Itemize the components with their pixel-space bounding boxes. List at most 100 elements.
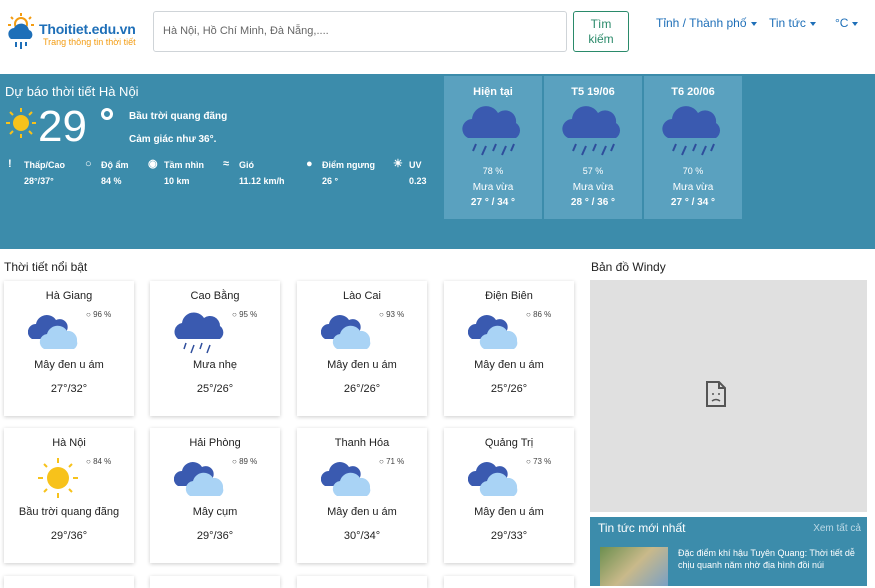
weather-card[interactable]: Thanh Hóa ○ 71 % Mây đen u ám 30°/34° [297, 428, 427, 563]
brand-tagline: Trang thông tin thời tiết [43, 37, 136, 47]
chevron-down-icon [809, 21, 816, 26]
current-temperature: 29 [38, 102, 87, 151]
card-condition: Mây đen u ám [327, 506, 397, 518]
rain-cloud-icon [562, 106, 621, 156]
card-humidity-value: 71 % [386, 457, 405, 466]
featured-title: Thời tiết nổi bật [4, 260, 88, 274]
card-city: Điện Biên [485, 290, 533, 302]
forecast-tile[interactable]: Hiện tại 78 % Mưa vừa 27 ° / 34 ° [444, 76, 542, 219]
card-condition: Mây cụm [192, 506, 238, 518]
card-partial [297, 576, 427, 588]
news-item[interactable]: Đặc điểm khí hậu Tuyên Quang: Thời tiết … [600, 545, 857, 586]
forecast-range: 27 ° / 34 ° [470, 197, 516, 208]
forecast-range: 27 ° / 34 ° [670, 197, 716, 208]
stat-visibility: ◉ Tầm nhìn 10 km [148, 158, 204, 186]
chevron-down-icon [750, 21, 757, 26]
sun-small-icon: ☀ [393, 158, 403, 170]
nav-province-dropdown[interactable]: Tỉnh / Thành phố [656, 16, 757, 30]
card-humidity-value: 86 % [533, 310, 552, 319]
forecast-day: Hiện tại [473, 86, 513, 98]
news-thumbnail [600, 547, 668, 586]
card-temp-range: 25°/26° [490, 383, 528, 395]
card-city: Hà Giang [45, 290, 93, 302]
chevron-down-icon [852, 21, 859, 26]
weather-card[interactable]: Quảng Trị ○ 73 % Mây đen u ám 29°/33° [444, 428, 574, 563]
windy-map[interactable] [590, 280, 867, 512]
card-partial [150, 576, 280, 588]
card-humidity-value: 89 % [239, 457, 258, 466]
card-humidity: ○ 71 % [379, 457, 404, 466]
stat-value: 26 ° [322, 176, 339, 186]
forecast-tile[interactable]: T6 20/06 70 % Mưa vừa 27 ° / 34 ° [644, 76, 742, 219]
forecast-precip: 70 % [682, 166, 704, 176]
nav-province-label: Tỉnh / Thành phố [656, 16, 747, 30]
map-title: Bản đồ Windy [591, 260, 666, 274]
stat-label: Độ ẩm [101, 160, 129, 170]
weather-card[interactable]: Cao Bằng ○ 95 % Mưa nhẹ 25°/26° [150, 281, 280, 416]
degree-icon [101, 108, 113, 120]
sun-icon [6, 108, 36, 138]
card-condition: Bầu trời quang đãng [18, 506, 120, 518]
forecast-day: T6 20/06 [671, 86, 715, 98]
news-title: Tin tức mới nhất [598, 521, 686, 535]
card-temp-range: 27°/32° [50, 383, 88, 395]
forecast-tile[interactable]: T5 19/06 57 % Mưa vừa 28 ° / 36 ° [544, 76, 642, 219]
droplet-icon: ○ [526, 457, 534, 466]
card-temp-range: 29°/36° [50, 530, 88, 542]
nav-unit-dropdown[interactable]: °C [835, 16, 859, 30]
card-humidity-value: 93 % [386, 310, 405, 319]
site-logo[interactable]: Thoitiet.edu.vn Trang thông tin thời tiế… [5, 13, 145, 49]
forecast-day: T5 19/06 [571, 86, 615, 98]
card-humidity: ○ 95 % [232, 310, 257, 319]
stat-label: Thấp/Cao [24, 160, 66, 170]
card-city: Hải Phòng [189, 437, 241, 449]
search-button-label-1: Tìm [590, 17, 612, 31]
brand-name: Thoitiet.edu.vn [39, 21, 136, 37]
eye-icon: ◉ [148, 158, 158, 170]
site-header: Thoitiet.edu.vn Trang thông tin thời tiế… [0, 0, 875, 74]
latest-news-panel: Tin tức mới nhất Xem tất cả Đặc điểm khí… [590, 517, 867, 586]
forecast-desc: Mưa vừa [572, 182, 614, 193]
card-humidity: ○ 73 % [526, 457, 551, 466]
nav-news-dropdown[interactable]: Tin tức [769, 16, 816, 30]
stat-label: Điểm ngưng [322, 160, 376, 170]
weather-card[interactable]: Hà Giang ○ 96 % Mây đen u ám 27°/32° [4, 281, 134, 416]
weather-card[interactable]: Lào Cai ○ 93 % Mây đen u ám 26°/26° [297, 281, 427, 416]
card-condition: Mưa nhẹ [192, 359, 238, 371]
current-weather-panel: Dự báo thời tiết Hà Nội 29 Bầu trời quan… [0, 74, 875, 249]
card-city: Cao Bằng [190, 290, 240, 302]
weather-card[interactable]: Hà Nội ○ 84 % Bầu trời quang đãng 29°/36° [4, 428, 134, 563]
thermometer-icon: ! [8, 158, 12, 170]
card-partial [4, 576, 134, 588]
stat-value: 28°/37° [24, 176, 54, 186]
stat-dewpoint: ● Điểm ngưng 26 ° [306, 158, 376, 186]
droplet-icon: ○ [526, 310, 534, 319]
droplet-icon: ○ [379, 457, 387, 466]
search-input[interactable]: Hà Nội, Hồ Chí Minh, Đà Nẵng,.... [153, 11, 567, 52]
weather-card[interactable]: Điện Biên ○ 86 % Mây đen u ám 25°/26° [444, 281, 574, 416]
droplet-icon: ○ [379, 310, 387, 319]
card-humidity-value: 96 % [93, 310, 112, 319]
card-city: Quảng Trị [484, 437, 534, 449]
news-view-all-link[interactable]: Xem tất cả [813, 523, 861, 534]
search-button[interactable]: Tìm kiếm [573, 11, 629, 52]
stat-value: 0.23 [409, 176, 427, 186]
current-condition: Bầu trời quang đãng [129, 111, 228, 122]
card-city: Thanh Hóa [334, 437, 390, 449]
stat-label: Gió [239, 160, 254, 170]
card-condition: Mây đen u ám [474, 359, 544, 371]
stat-label: UV [409, 160, 422, 170]
card-condition: Mây đen u ám [327, 359, 397, 371]
nav-unit-label: °C [835, 16, 849, 30]
weather-card[interactable]: Hải Phòng ○ 89 % Mây cụm 29°/36° [150, 428, 280, 563]
droplet-icon: ○ [85, 158, 92, 170]
droplet-icon: ○ [86, 457, 94, 466]
stat-value: 10 km [164, 176, 190, 186]
card-temp-range: 29°/33° [490, 530, 528, 542]
stat-value: 11.12 km/h [239, 176, 285, 186]
card-humidity: ○ 86 % [526, 310, 551, 319]
card-city: Lào Cai [343, 290, 381, 302]
card-city: Hà Nội [52, 437, 86, 449]
forecast-desc: Mưa vừa [472, 182, 514, 193]
card-partial [444, 576, 574, 588]
